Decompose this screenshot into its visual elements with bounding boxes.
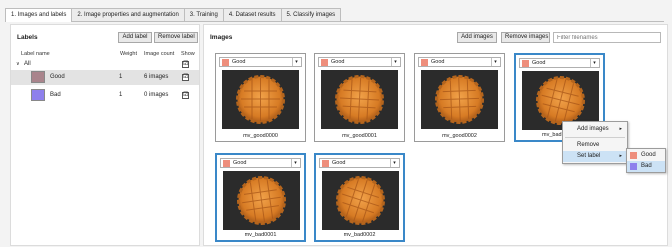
cookie-image (222, 70, 299, 129)
chevron-down-icon[interactable]: ▾ (390, 159, 398, 167)
cookie-image (421, 70, 498, 129)
submenu-item-bad[interactable]: Bad (627, 161, 665, 172)
label-dropdown[interactable]: Good ▾ (319, 158, 400, 168)
submenu-arrow-icon: ▸ (619, 126, 622, 132)
remove-images-button[interactable]: Remove images (501, 32, 550, 43)
tab-classify-images[interactable]: 5. Classify images (280, 8, 342, 21)
label-dropdown-value: Good (431, 59, 445, 65)
label-color-icon (223, 160, 230, 167)
column-show[interactable]: Show (181, 51, 195, 57)
label-color-icon (222, 59, 229, 66)
image-thumbnail[interactable] (322, 171, 399, 230)
label-name: Good (50, 74, 65, 80)
image-thumbnail[interactable] (421, 70, 498, 129)
label-color-icon (421, 59, 428, 66)
label-dropdown-value: Good (331, 59, 345, 65)
cookie-image (223, 171, 300, 230)
submenu-item-label: Bad (641, 163, 652, 169)
label-color-swatch[interactable] (31, 71, 45, 83)
tab-images-and-labels[interactable]: 1. Images and labels (5, 8, 73, 22)
image-filename: mv_bad0001 (244, 232, 277, 238)
label-weight: 1 (119, 74, 123, 80)
label-dropdown-value: Good (232, 59, 246, 65)
label-image-count: 6 images (144, 74, 169, 80)
cookie-image (322, 171, 399, 230)
label-weight: 1 (119, 92, 123, 98)
chevron-down-icon[interactable]: ▾ (590, 59, 598, 67)
label-color-swatch[interactable] (31, 89, 45, 101)
label-dropdown-value: Good (532, 60, 546, 66)
chevron-down-icon[interactable]: ▾ (491, 58, 499, 66)
label-dropdown[interactable]: Good ▾ (519, 58, 600, 68)
label-dropdown[interactable]: Good ▾ (219, 57, 302, 67)
images-title: Images (210, 34, 233, 41)
image-card[interactable]: Good ▾ mv_bad0002 (314, 153, 405, 242)
add-label-button[interactable]: Add label (118, 32, 152, 43)
tab-dataset-results[interactable]: 4. Dataset results (222, 8, 282, 21)
image-card[interactable]: Good ▾ mv_good0000 (215, 53, 306, 142)
menu-item-set-label[interactable]: Set label ▸ (563, 151, 627, 162)
menu-item-label: Remove (577, 142, 600, 148)
chevron-down-icon[interactable]: ▾ (292, 58, 300, 66)
submenu-item-good[interactable]: Good (627, 150, 665, 161)
menu-item-remove[interactable]: Remove (563, 140, 627, 151)
context-menu: Add images ▸ Remove Set label ▸ (562, 121, 628, 164)
image-card[interactable]: Good ▾ mv_bad0001 (215, 153, 306, 242)
menu-item-label: Set label (577, 153, 601, 159)
show-checkbox[interactable]: ☑ (182, 92, 189, 99)
image-thumbnail[interactable] (223, 171, 300, 230)
remove-label-button[interactable]: Remove label (154, 32, 198, 43)
column-weight[interactable]: Weight (120, 51, 137, 57)
column-label-name[interactable]: Label name (21, 51, 50, 57)
submenu-arrow-icon: ▸ (619, 153, 622, 159)
cookie-image (321, 70, 398, 129)
set-label-submenu: Good Bad (626, 148, 666, 173)
menu-separator (565, 137, 625, 138)
menu-item-label: Add images (577, 126, 609, 132)
image-filename: mv_good0000 (243, 133, 278, 139)
label-image-count: 0 images (144, 92, 169, 98)
label-color-icon (321, 59, 328, 66)
image-filename: mv_bad0002 (343, 232, 376, 238)
label-dropdown[interactable]: Good ▾ (220, 158, 301, 168)
label-name: Bad (50, 92, 61, 98)
image-thumbnail[interactable] (321, 70, 398, 129)
label-color-icon (322, 160, 329, 167)
label-dropdown[interactable]: Good ▾ (318, 57, 401, 67)
label-dropdown-value: Good (233, 160, 247, 166)
chevron-down-icon[interactable]: ▾ (391, 58, 399, 66)
label-color-icon (522, 60, 529, 67)
tab-image-properties[interactable]: 2. Image properties and augmentation (71, 8, 185, 21)
submenu-item-label: Good (641, 152, 656, 158)
label-color-icon (630, 152, 637, 159)
show-checkbox[interactable]: ☑ (182, 74, 189, 81)
image-filename: mv_good0002 (442, 133, 477, 139)
tab-bar: 1. Images and labels 2. Image properties… (5, 8, 342, 22)
tab-divider (5, 21, 664, 22)
column-image-count[interactable]: Image count (144, 51, 174, 57)
add-images-button[interactable]: Add images (457, 32, 497, 43)
labels-panel: Labels Add label Remove label Label name… (10, 24, 200, 246)
tab-training[interactable]: 3. Training (183, 8, 224, 21)
label-row-bad[interactable]: Bad 1 0 images ☑ (11, 88, 199, 103)
show-all-checkbox[interactable]: ☑ (182, 61, 189, 68)
image-card[interactable]: Good ▾ mv_good0002 (414, 53, 505, 142)
image-filename: mv_good0001 (342, 133, 377, 139)
filter-filenames-input[interactable] (553, 32, 661, 43)
tree-root-all[interactable]: All (24, 61, 31, 67)
label-dropdown-value: Good (332, 160, 346, 166)
image-card[interactable]: Good ▾ mv_good0001 (314, 53, 405, 142)
label-dropdown[interactable]: Good ▾ (418, 57, 501, 67)
label-color-icon (630, 163, 637, 170)
image-thumbnail[interactable] (222, 70, 299, 129)
chevron-down-icon[interactable]: ▾ (291, 159, 299, 167)
labels-title: Labels (17, 34, 38, 41)
expand-icon[interactable]: ∨ (16, 61, 20, 67)
label-row-good[interactable]: Good 1 6 images ☑ (11, 70, 199, 85)
menu-item-add-images[interactable]: Add images ▸ (563, 124, 627, 135)
